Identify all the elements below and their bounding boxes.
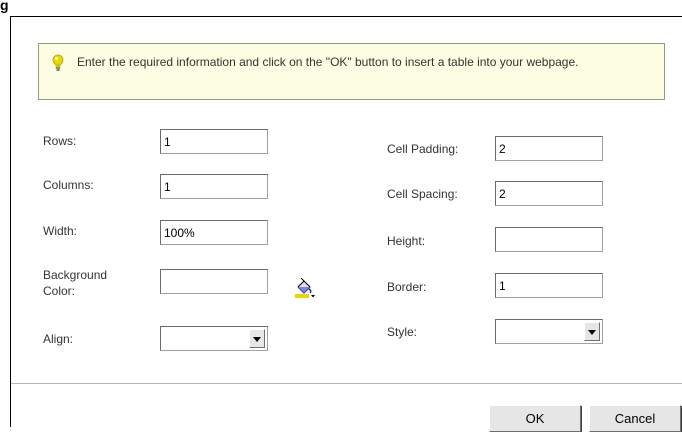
columns-label: Columns: (43, 178, 94, 192)
insert-table-dialog: Enter the required information and click… (10, 16, 682, 432)
width-input[interactable] (160, 220, 268, 245)
info-message: Enter the required information and click… (77, 55, 579, 69)
cancel-button[interactable]: Cancel (589, 405, 681, 432)
lightbulb-icon (52, 54, 64, 77)
chevron-down-icon[interactable] (249, 329, 265, 348)
width-label: Width: (43, 224, 78, 238)
border-input[interactable] (495, 273, 603, 298)
rows-label: Rows: (43, 134, 77, 148)
figure-label: g (0, 0, 9, 13)
footer-divider (11, 383, 682, 384)
style-label: Style: (387, 325, 418, 339)
cell-padding-label: Cell Padding: (387, 142, 459, 156)
background-color-label: Background Color: (43, 267, 107, 299)
background-color-input[interactable] (160, 269, 268, 294)
chevron-down-icon[interactable] (584, 322, 600, 341)
align-select[interactable] (160, 326, 268, 351)
height-label: Height: (387, 234, 426, 248)
cell-spacing-input[interactable] (495, 181, 603, 206)
style-select[interactable] (495, 319, 603, 344)
background-color-label-line2: Color: (43, 284, 76, 298)
background-color-label-line1: Background (43, 268, 108, 282)
cell-spacing-label: Cell Spacing: (387, 187, 458, 201)
border-label: Border: (387, 280, 427, 294)
height-input[interactable] (495, 227, 603, 252)
paint-bucket-icon[interactable] (293, 277, 317, 300)
align-label: Align: (43, 332, 74, 346)
columns-input[interactable] (160, 174, 268, 199)
ok-button[interactable]: OK (489, 405, 581, 432)
info-box: Enter the required information and click… (38, 43, 665, 100)
rows-input[interactable] (160, 129, 268, 154)
cell-padding-input[interactable] (495, 136, 603, 161)
